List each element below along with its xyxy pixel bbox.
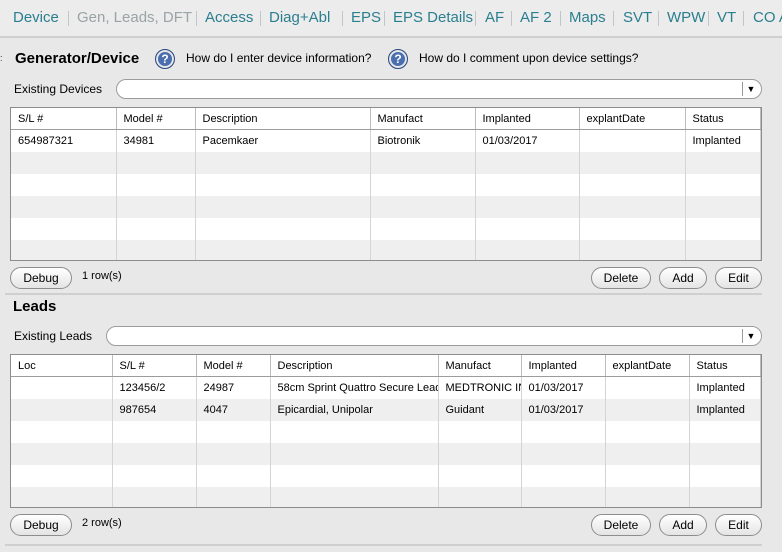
table-row[interactable]: 654987321 34981 Pacemkaer Biotronik 01/0… [11, 129, 761, 152]
table-cell: Pacemkaer [195, 129, 371, 152]
section-divider [5, 293, 762, 295]
empty-row [11, 464, 761, 487]
edit-button[interactable]: Edit [715, 267, 762, 289]
table-cell: 654987321 [11, 129, 117, 152]
empty-row [11, 151, 761, 174]
tab-svt[interactable]: SVT [623, 9, 652, 26]
table-header-row: S/L # Model # Description Manufact Impla… [11, 108, 761, 130]
delete-button[interactable]: Delete [591, 267, 651, 289]
tab-gen-leads-dft[interactable]: Gen, Leads, DFT [77, 9, 192, 26]
column-header[interactable]: S/L # [11, 108, 117, 130]
table-header-row: Loc S/L # Model # Description Manufact I… [11, 355, 761, 377]
table-cell [11, 398, 113, 421]
table-cell: Implanted [689, 398, 761, 421]
table-cell: Biotronik [370, 129, 476, 152]
leads-table: Loc S/L # Model # Description Manufact I… [10, 354, 762, 508]
column-header[interactable]: Description [195, 108, 371, 130]
delete-button[interactable]: Delete [591, 514, 651, 536]
column-header[interactable]: Status [689, 355, 761, 377]
table-cell: 4047 [196, 398, 271, 421]
help-device-settings-link[interactable]: How do I comment upon device settings? [419, 51, 638, 65]
tab-device[interactable]: Device [13, 9, 59, 26]
tab-af[interactable]: AF [485, 9, 504, 26]
debug-button[interactable]: Debug [10, 514, 72, 536]
generator-title: Generator/Device [15, 50, 140, 67]
help-icon[interactable]: ? [388, 49, 408, 69]
tab-eps-details[interactable]: EPS Details [393, 9, 473, 26]
empty-row [11, 173, 761, 196]
help-icon[interactable]: ? [155, 49, 175, 69]
table-cell: 01/03/2017 [521, 376, 606, 399]
devices-table: S/L # Model # Description Manufact Impla… [10, 107, 762, 261]
column-header[interactable]: Implanted [521, 355, 606, 377]
empty-row [11, 442, 761, 465]
column-header[interactable]: explantDate [605, 355, 690, 377]
tab-vt[interactable]: VT [717, 9, 736, 26]
column-header[interactable]: S/L # [112, 355, 197, 377]
table-cell [605, 376, 690, 399]
table-cell: 34981 [116, 129, 196, 152]
table-cell: Implanted [689, 376, 761, 399]
table-cell: 123456/2 [112, 376, 197, 399]
table-cell [11, 376, 113, 399]
tab-co[interactable]: CO A [753, 9, 782, 26]
existing-devices-select[interactable]: ▼ [116, 79, 762, 99]
debug-button[interactable]: Debug [10, 267, 72, 289]
leads-title: Leads [13, 298, 57, 315]
section-divider [5, 544, 762, 546]
help-device-info-link[interactable]: How do I enter device information? [186, 51, 371, 65]
column-header[interactable]: Manufact [370, 108, 476, 130]
tab-maps[interactable]: Maps [569, 9, 606, 26]
column-header[interactable]: Implanted [475, 108, 580, 130]
column-header[interactable]: Manufact [438, 355, 522, 377]
existing-leads-label: Existing Leads [14, 329, 93, 343]
empty-row [11, 239, 761, 260]
table-cell: MEDTRONIC INC [438, 376, 522, 399]
tab-eps[interactable]: EPS [351, 9, 381, 26]
empty-row [11, 486, 761, 507]
empty-row [11, 217, 761, 240]
table-cell: 01/03/2017 [475, 129, 580, 152]
column-header[interactable]: Model # [196, 355, 271, 377]
tab-wpw[interactable]: WPW [667, 9, 705, 26]
table-cell: Guidant [438, 398, 522, 421]
table-cell: Epicardial, Unipolar [270, 398, 439, 421]
add-button[interactable]: Add [659, 267, 707, 289]
column-header[interactable]: Loc [11, 355, 113, 377]
tab-divider [0, 36, 782, 38]
table-cell: 01/03/2017 [521, 398, 606, 421]
tab-af-2[interactable]: AF 2 [520, 9, 552, 26]
empty-row [11, 420, 761, 443]
column-header[interactable]: Description [270, 355, 439, 377]
table-cell [605, 398, 690, 421]
empty-row [11, 195, 761, 218]
table-cell: Implanted [685, 129, 761, 152]
table-cell: 24987 [196, 376, 271, 399]
chevron-down-icon: ▼ [742, 82, 759, 96]
tab-bar: Device Gen, Leads, DFT Access Diag+Abl E… [0, 0, 782, 36]
existing-leads-select[interactable]: ▼ [106, 326, 762, 346]
table-cell: 58cm Sprint Quattro Secure Lead [270, 376, 439, 399]
table-row[interactable]: 123456/2 24987 58cm Sprint Quattro Secur… [11, 376, 761, 399]
table-cell [579, 129, 686, 152]
edge-mark: : [0, 53, 3, 63]
table-row[interactable]: 987654 4047 Epicardial, Unipolar Guidant… [11, 398, 761, 421]
tab-access[interactable]: Access [205, 9, 253, 26]
column-header[interactable]: Status [685, 108, 761, 130]
row-count: 1 row(s) [82, 270, 122, 282]
existing-devices-label: Existing Devices [14, 82, 103, 96]
edit-button[interactable]: Edit [715, 514, 762, 536]
tab-diag-abl[interactable]: Diag+Abl [269, 9, 330, 26]
table-cell: 987654 [112, 398, 197, 421]
chevron-down-icon: ▼ [742, 329, 759, 343]
column-header[interactable]: Model # [116, 108, 196, 130]
column-header[interactable]: explantDate [579, 108, 686, 130]
add-button[interactable]: Add [659, 514, 707, 536]
row-count: 2 row(s) [82, 517, 122, 529]
